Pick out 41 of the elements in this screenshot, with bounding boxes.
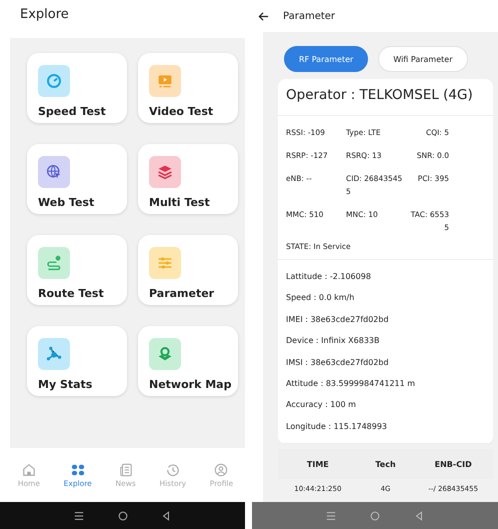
screen-title: Parameter [283, 10, 336, 22]
feature-tile[interactable]: My Stats [27, 326, 127, 396]
route-icon [46, 255, 62, 271]
screen-title: Explore [19, 6, 69, 24]
feature-tile[interactable]: Speed Test [27, 53, 127, 123]
segment-tab[interactable]: Wifi Parameter [378, 46, 468, 72]
map-pin-icon [157, 346, 173, 362]
back-triangle-icon[interactable] [161, 510, 172, 520]
info-line: Speed : 0.0 km/h [286, 292, 356, 304]
gauge-icon [46, 73, 62, 89]
info-line: Lattitude : -2.106098 [286, 271, 372, 283]
info-line: Accuracy : 100 m [286, 399, 357, 412]
layers-icon [157, 164, 173, 180]
info-line: Attitude : 83.5999984741211 m [286, 378, 416, 390]
sliders-icon [157, 255, 173, 271]
operator-title: Operator : TELKOMSEL (4G) [278, 79, 493, 116]
segment-tab[interactable]: RF Parameter [284, 46, 368, 72]
history-icon [166, 462, 180, 476]
home-circle-icon[interactable] [118, 510, 128, 520]
grid-icon [70, 462, 85, 476]
column-header: ENB-CID [434, 460, 473, 469]
info-line: Longitude : 115.1748993 [286, 420, 388, 433]
column-header: TIME [306, 460, 330, 469]
feature-tile[interactable]: Multi Test [138, 144, 238, 214]
play-icon [157, 73, 173, 89]
nodes-icon [46, 346, 62, 362]
newspaper-icon [118, 462, 133, 476]
info-line: IMSI : 38e63cde27fd02bd [286, 356, 390, 369]
feature-tile[interactable]: Parameter [138, 235, 238, 305]
home-icon [22, 462, 36, 476]
info-line: IMEI : 38e63cde27fd02bd [286, 314, 390, 326]
feature-tile[interactable]: Network Map [138, 326, 238, 396]
back-arrow-icon[interactable] [258, 10, 269, 22]
profile-icon [214, 462, 228, 476]
column-header: Tech [374, 460, 397, 469]
feature-tile[interactable]: Route Test [27, 235, 127, 305]
info-line: Device : Infinix X6833B [286, 335, 381, 348]
globe-icon [46, 164, 62, 180]
feature-tile[interactable]: Web Test [27, 144, 127, 214]
menu-icon[interactable] [74, 510, 84, 520]
feature-tile[interactable]: Video Test [138, 53, 238, 123]
